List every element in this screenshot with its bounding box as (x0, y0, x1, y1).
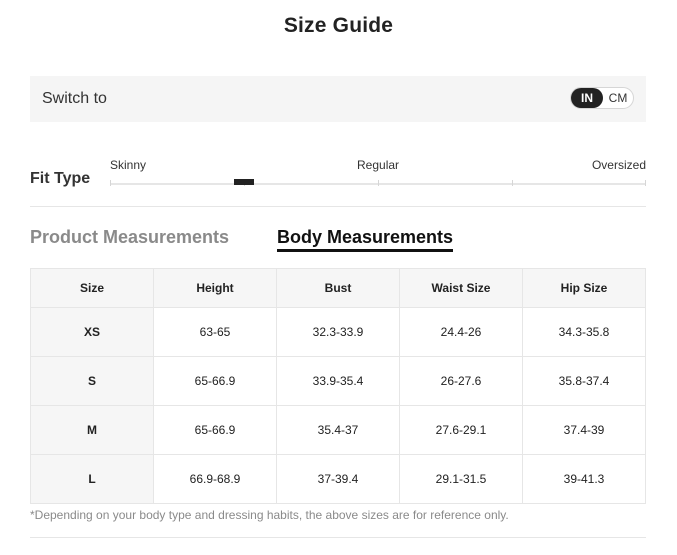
unit-option-in[interactable]: IN (571, 88, 603, 108)
column-header-hip: Hip Size (522, 268, 646, 308)
fit-scale-label-oversized: Oversized (591, 158, 646, 172)
fit-scale-tick (378, 180, 379, 186)
table-header-row: Size Height Bust Waist Size Hip Size (30, 268, 646, 308)
height-cell: 65-66.9 (153, 405, 277, 455)
section-divider (30, 206, 646, 207)
waist-cell: 29.1-31.5 (399, 454, 523, 504)
size-cell: L (30, 454, 154, 504)
bust-cell: 37-39.4 (276, 454, 400, 504)
size-cell: XS (30, 307, 154, 357)
fit-scale-tick (512, 180, 513, 186)
active-tab-underline (277, 249, 453, 252)
hip-cell: 37.4-39 (522, 405, 646, 455)
bust-cell: 35.4-37 (276, 405, 400, 455)
fit-scale-tick (110, 180, 111, 186)
fit-indicator (234, 179, 254, 185)
waist-cell: 24.4-26 (399, 307, 523, 357)
height-cell: 63-65 (153, 307, 277, 357)
hip-cell: 34.3-35.8 (522, 307, 646, 357)
tab-product-measurements[interactable]: Product Measurements (30, 227, 229, 248)
unit-switch-bar: Switch to IN CM (30, 76, 646, 122)
height-cell: 66.9-68.9 (153, 454, 277, 504)
fit-scale-label-skinny: Skinny (110, 158, 147, 172)
fit-type-scale: Skinny Regular Oversized (110, 155, 646, 195)
waist-cell: 27.6-29.1 (399, 405, 523, 455)
column-header-bust: Bust (276, 268, 400, 308)
size-cell: S (30, 356, 154, 406)
hip-cell: 39-41.3 (522, 454, 646, 504)
bust-cell: 32.3-33.9 (276, 307, 400, 357)
page-title: Size Guide (283, 14, 394, 37)
table-row: XS 63-65 32.3-33.9 24.4-26 34.3-35.8 (30, 307, 646, 357)
fit-scale-label-regular: Regular (357, 158, 400, 172)
bottom-divider (30, 537, 646, 538)
switch-label: Switch to (42, 90, 107, 107)
table-row: L 66.9-68.9 37-39.4 29.1-31.5 39-41.3 (30, 454, 646, 504)
waist-cell: 26-27.6 (399, 356, 523, 406)
fit-type-label: Fit Type (30, 170, 91, 187)
tab-body-measurements[interactable]: Body Measurements (277, 227, 453, 248)
hip-cell: 35.8-37.4 (522, 356, 646, 406)
column-header-waist: Waist Size (399, 268, 523, 308)
bust-cell: 33.9-35.4 (276, 356, 400, 406)
unit-toggle[interactable]: IN CM (570, 87, 634, 109)
size-cell: M (30, 405, 154, 455)
table-row: S 65-66.9 33.9-35.4 26-27.6 35.8-37.4 (30, 356, 646, 406)
height-cell: 65-66.9 (153, 356, 277, 406)
size-table: Size Height Bust Waist Size Hip Size XS … (30, 268, 646, 504)
footnote: *Depending on your body type and dressin… (30, 508, 509, 522)
unit-option-cm[interactable]: CM (603, 88, 633, 108)
column-header-height: Height (153, 268, 277, 308)
column-header-size: Size (30, 268, 154, 308)
fit-scale-tick (645, 180, 646, 186)
table-row: M 65-66.9 35.4-37 27.6-29.1 37.4-39 (30, 405, 646, 455)
